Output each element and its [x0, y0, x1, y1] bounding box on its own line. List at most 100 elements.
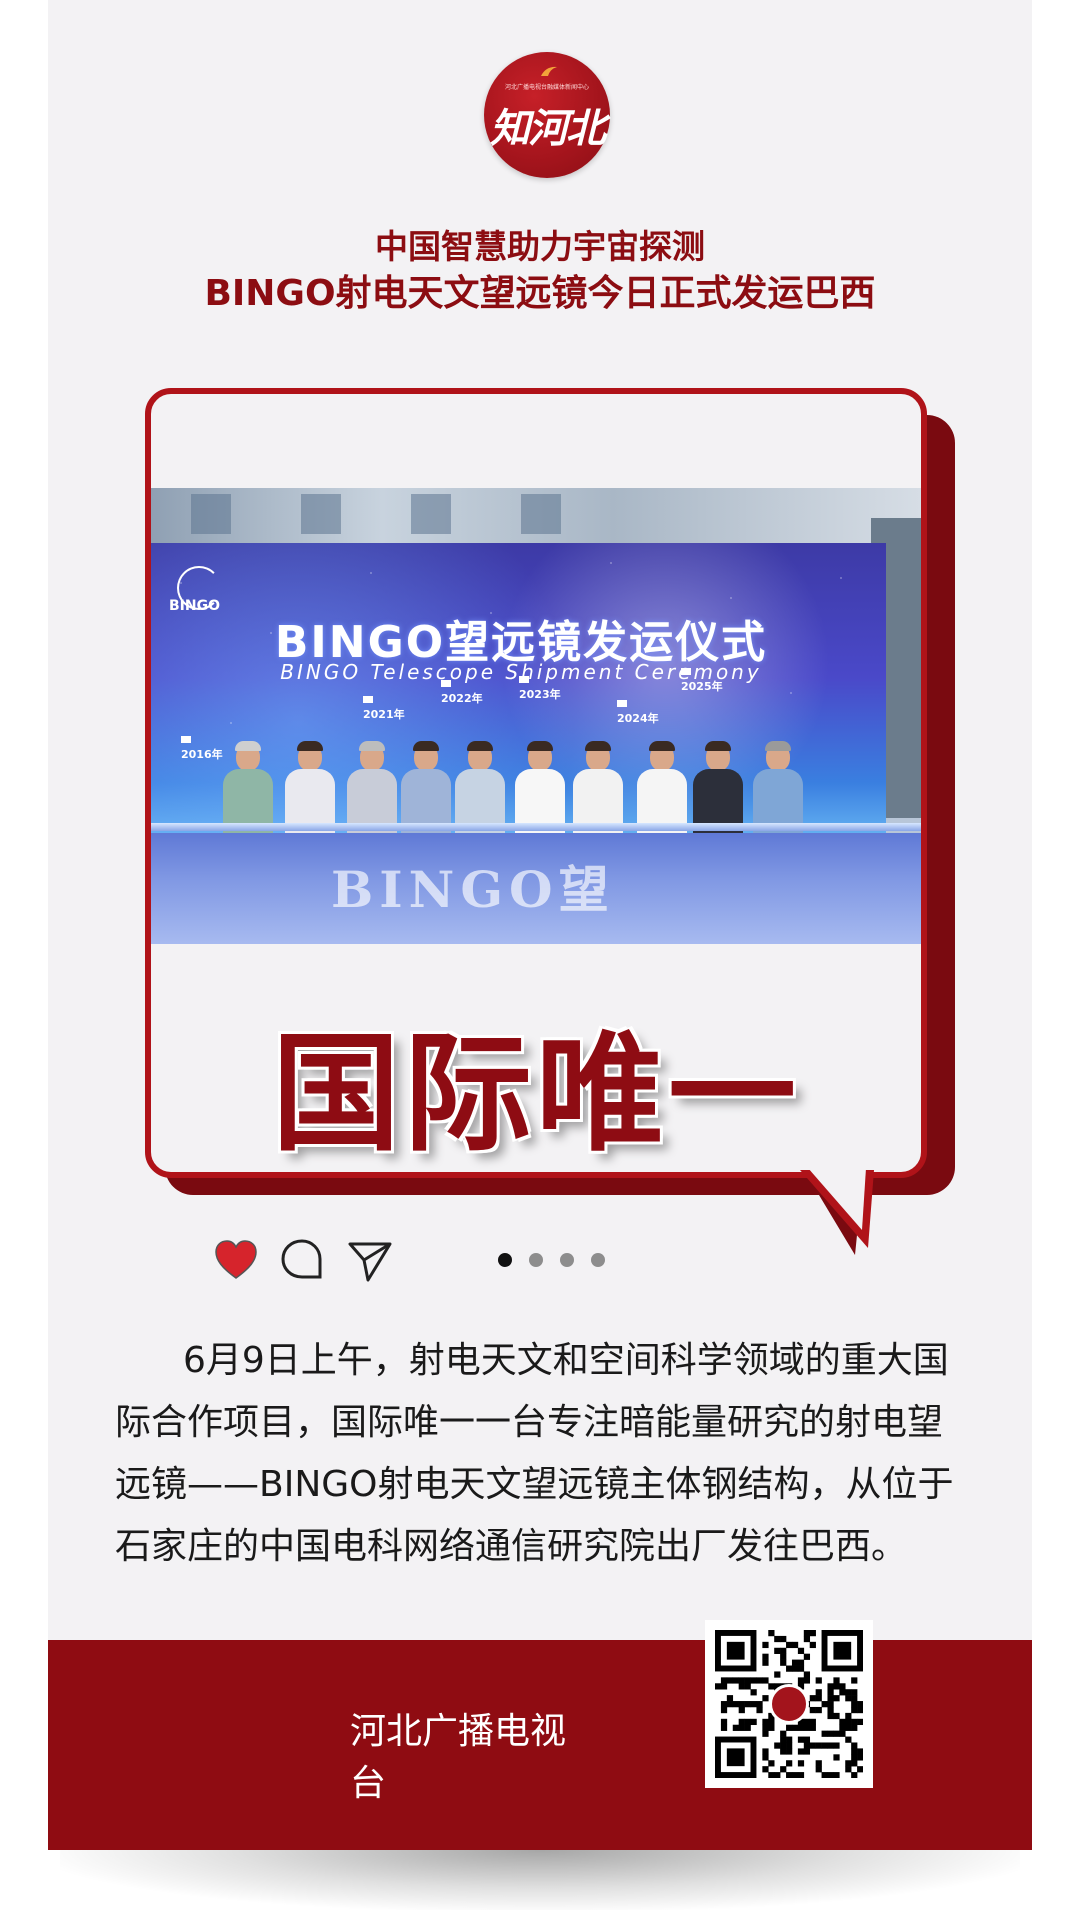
qr-module [821, 1730, 828, 1737]
qr-module [851, 1689, 858, 1696]
qr-logo-badge [769, 1684, 809, 1724]
qr-module [827, 1701, 834, 1708]
send-icon[interactable] [346, 1236, 394, 1284]
stage-front-text: BINGO望 [331, 860, 615, 919]
timeline-year: 2024年 [617, 712, 659, 725]
headline-line-1: 中国智慧助力宇宙探测 [375, 227, 705, 266]
qr-module [774, 1647, 781, 1654]
qr-module [750, 1701, 757, 1708]
timeline-flag [681, 668, 691, 675]
qr-module [738, 1701, 745, 1708]
qr-module [809, 1630, 816, 1637]
qr-module [851, 1742, 858, 1749]
qr-module [815, 1706, 822, 1714]
qr-module [803, 1724, 811, 1731]
qr-module [774, 1772, 781, 1778]
carousel-dot[interactable] [560, 1253, 574, 1267]
carousel-dot[interactable] [529, 1253, 543, 1267]
bingo-logo-text: BINGO [169, 598, 220, 614]
qr-module [791, 1659, 799, 1666]
qr-module [833, 1772, 840, 1778]
broadcaster-name: 河北广播电视台 [350, 1711, 567, 1804]
qr-module [827, 1712, 834, 1720]
qr-module [851, 1718, 858, 1726]
qr-module [851, 1760, 858, 1767]
qr-module [857, 1766, 863, 1773]
qr-module [839, 1683, 846, 1690]
action-bar [212, 1236, 412, 1284]
qr-module [803, 1736, 811, 1743]
qr-module [833, 1695, 840, 1702]
qr-module [845, 1695, 852, 1702]
ceremony-photo[interactable]: BINGO BINGO望远镜发运仪式 BINGO Telescope Shipm… [151, 488, 921, 944]
qr-module [720, 1701, 728, 1708]
qr-module [815, 1689, 822, 1696]
qr-module [827, 1683, 834, 1690]
carousel-indicator[interactable] [498, 1253, 618, 1267]
qr-module [732, 1724, 739, 1731]
qr-module [762, 1677, 769, 1684]
qr-module [839, 1689, 846, 1696]
qr-module [791, 1665, 799, 1672]
qr-module [744, 1718, 751, 1726]
qr-module [809, 1706, 816, 1714]
qr-module [803, 1748, 811, 1755]
qr-module [833, 1683, 840, 1690]
qr-module [845, 1724, 852, 1731]
qr-module [821, 1701, 828, 1708]
carousel-dot-active[interactable] [498, 1253, 512, 1267]
qr-module [809, 1695, 816, 1702]
qr-module [797, 1760, 805, 1767]
qr-finder [726, 1641, 745, 1660]
qr-module [803, 1671, 811, 1678]
qr-module [738, 1677, 745, 1684]
qr-module [786, 1772, 793, 1778]
qr-module [738, 1706, 745, 1714]
qr-module [857, 1706, 863, 1714]
qr-module [762, 1766, 769, 1773]
qr-module [833, 1677, 840, 1684]
building-window [191, 494, 231, 534]
qr-module [750, 1689, 757, 1696]
qr-module [726, 1695, 734, 1702]
qr-module [774, 1671, 781, 1678]
heart-icon[interactable] [212, 1236, 260, 1284]
qr-module [797, 1659, 805, 1666]
qr-module [851, 1724, 858, 1731]
qr-module [768, 1724, 775, 1731]
zhihebei-logo: 河北广播电视台融媒体新闻中心 知河北 [484, 52, 610, 178]
qr-module [839, 1730, 846, 1737]
comment-icon[interactable] [278, 1236, 326, 1284]
building-window [301, 494, 341, 534]
qr-module [768, 1683, 775, 1690]
qr-module [809, 1641, 816, 1649]
qr-module [857, 1748, 863, 1755]
qr-module [720, 1718, 728, 1726]
qr-module [756, 1677, 763, 1684]
qr-module [809, 1742, 816, 1749]
qr-module [750, 1718, 757, 1726]
qr-module [791, 1724, 799, 1731]
logo-tagline: 河北广播电视台融媒体新闻中心 [504, 84, 589, 91]
building-window [521, 494, 561, 534]
qr-module [851, 1748, 858, 1755]
qr-module [780, 1730, 787, 1737]
qr-module [786, 1665, 793, 1672]
flame-icon [541, 66, 557, 76]
qr-module [797, 1677, 805, 1684]
qr-module [762, 1659, 769, 1666]
carousel-dot[interactable] [591, 1253, 605, 1267]
timeline-flag [181, 736, 191, 743]
qr-module [857, 1718, 863, 1726]
article-text: 6月9日上午，射电天文和空间科学领域的重大国际合作项目，国际唯一一台专注暗能量研… [115, 1340, 954, 1567]
qr-module [833, 1730, 840, 1737]
qr-module [768, 1718, 775, 1726]
qr-module [851, 1695, 858, 1702]
qr-module [815, 1677, 822, 1684]
qr-module [780, 1635, 787, 1643]
qr-module [827, 1772, 834, 1778]
timeline-flag [441, 680, 451, 687]
timeline-year: 2021年 [363, 708, 405, 721]
qr-module [780, 1748, 787, 1755]
timeline-year: 2023年 [519, 688, 561, 701]
